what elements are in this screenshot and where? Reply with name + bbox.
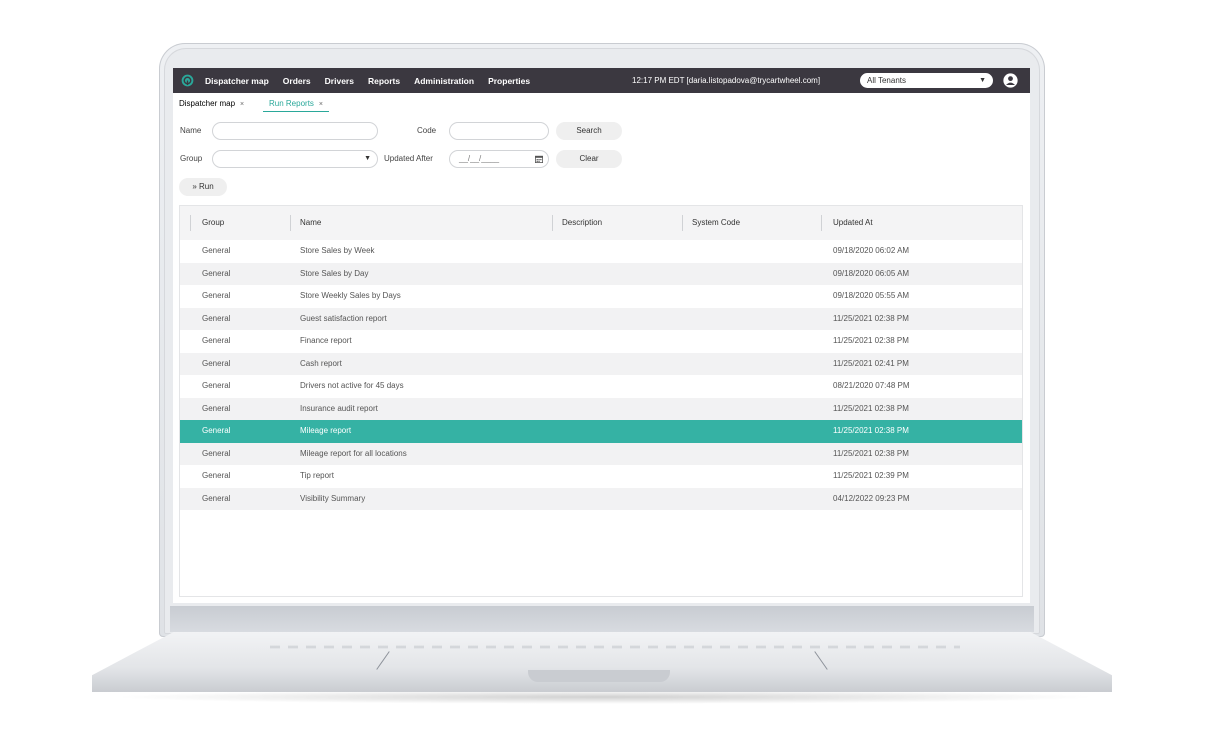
cell-updated-at: 08/21/2020 07:48 PM (833, 381, 910, 390)
cell-name: Guest satisfaction report (300, 313, 387, 323)
cell-group: General (202, 448, 231, 458)
cell-name: Tip report (300, 471, 334, 480)
code-label: Code (417, 126, 437, 135)
table-row[interactable]: General Finance report 11/25/2021 02:38 PM (180, 330, 1022, 353)
top-navigation-bar: Dispatcher map Orders Drivers Reports Ad… (173, 68, 1030, 93)
nav-properties[interactable]: Properties (488, 76, 530, 86)
cell-group: General (202, 313, 231, 323)
cell-group: General (202, 493, 231, 503)
updated-after-date-input[interactable]: __/__/____ (449, 150, 549, 168)
group-select[interactable]: ▼ (212, 150, 378, 168)
table-row[interactable]: General Cash report 11/25/2021 02:41 PM (180, 352, 1022, 375)
laptop-shadow (110, 690, 1100, 704)
name-input[interactable] (212, 122, 378, 140)
cell-name: Store Sales by Day (300, 268, 369, 278)
table-row[interactable]: General Mileage report for all locations 1… (180, 442, 1022, 465)
time-and-user: 12:17 PM EDT [daria.listopadova@trycartw… (632, 76, 821, 85)
table-row[interactable]: General Visibility Summary 04/12/2022 09:2… (180, 487, 1022, 510)
cell-name: Insurance audit report (300, 403, 378, 413)
cell-name: Store Weekly Sales by Days (300, 291, 401, 300)
cell-updated-at: 11/25/2021 02:38 PM (833, 403, 909, 413)
cell-name: Mileage report for all locations (300, 448, 407, 458)
user-account-icon[interactable] (1003, 73, 1018, 88)
search-button[interactable]: Search (556, 122, 622, 140)
cell-group: General (202, 291, 231, 300)
column-divider (190, 215, 191, 231)
app-logo-icon (181, 74, 194, 87)
clear-button[interactable]: Clear (556, 150, 622, 168)
cell-name: Store Sales by Week (300, 246, 375, 255)
column-header-description[interactable]: Description (562, 206, 602, 240)
table-row[interactable]: General Mileage report 11/25/2021 02:38 PM (180, 420, 1022, 443)
chevron-down-icon: ▼ (979, 77, 986, 84)
nav-orders[interactable]: Orders (283, 76, 311, 86)
column-header-system-code[interactable]: System Code (692, 206, 740, 240)
cell-updated-at: 11/25/2021 02:38 PM (833, 313, 909, 323)
table-row[interactable]: General Tip report 11/25/2021 02:39 PM (180, 465, 1022, 488)
group-label: Group (180, 154, 203, 163)
laptop-hinge (170, 606, 1034, 632)
cell-group: General (202, 336, 231, 345)
date-placeholder: __/__/____ (459, 154, 500, 163)
column-divider (682, 215, 683, 231)
column-header-group[interactable]: Group (202, 206, 224, 240)
close-icon[interactable]: × (240, 101, 244, 108)
nav-drivers[interactable]: Drivers (325, 76, 354, 86)
tab-run-reports[interactable]: Run Reports × (263, 97, 330, 112)
table-row[interactable]: General Store Sales by Day 09/18/2020 06:0… (180, 262, 1022, 285)
cell-name: Drivers not active for 45 days (300, 381, 404, 390)
cell-name: Mileage report (300, 426, 352, 435)
column-header-updated-at[interactable]: Updated At (833, 206, 873, 240)
cell-group: General (202, 403, 231, 413)
column-divider (821, 215, 822, 231)
column-header-name[interactable]: Name (300, 206, 321, 240)
cell-updated-at: 11/25/2021 02:41 PM (833, 358, 909, 368)
chevron-down-icon: ▼ (364, 155, 371, 162)
close-icon[interactable]: × (319, 101, 323, 108)
table-row[interactable]: General Guest satisfaction report 11/25/20… (180, 307, 1022, 330)
nav-reports[interactable]: Reports (368, 76, 400, 86)
updated-after-label: Updated After (384, 154, 433, 163)
tenant-select[interactable]: All Tenants ▼ (860, 73, 993, 88)
cell-name: Cash report (300, 358, 342, 368)
laptop-base (92, 632, 1112, 692)
tab-label: Run Reports (269, 99, 314, 108)
table-header: Group Name Description System Code Updat… (180, 206, 1022, 240)
laptop-notch (528, 670, 670, 682)
tab-dispatcher-map[interactable]: Dispatcher map × (179, 97, 244, 111)
table-row[interactable]: General Drivers not active for 45 days 08/… (180, 375, 1022, 398)
table-row[interactable]: General Store Weekly Sales by Days 09/18/2… (180, 285, 1022, 308)
cell-group: General (202, 426, 231, 435)
cell-updated-at: 09/18/2020 06:05 AM (833, 268, 910, 278)
cell-name: Finance report (300, 336, 352, 345)
column-divider (552, 215, 553, 231)
table-row[interactable]: General Insurance audit report 11/25/2021 … (180, 397, 1022, 420)
column-divider (290, 215, 291, 231)
run-button[interactable]: » Run (179, 178, 227, 196)
cell-group: General (202, 381, 231, 390)
cell-updated-at: 04/12/2022 09:23 PM (833, 493, 910, 503)
cell-group: General (202, 246, 231, 255)
cell-updated-at: 11/25/2021 02:38 PM (833, 336, 909, 345)
cell-updated-at: 11/25/2021 02:38 PM (833, 426, 909, 435)
cell-group: General (202, 268, 231, 278)
cell-group: General (202, 358, 231, 368)
nav-dispatcher-map[interactable]: Dispatcher map (205, 76, 269, 86)
code-input[interactable] (449, 122, 549, 140)
table-row[interactable]: General Store Sales by Week 09/18/2020 06:… (180, 240, 1022, 263)
cell-updated-at: 11/25/2021 02:38 PM (833, 448, 909, 458)
cell-group: General (202, 471, 231, 480)
app-screen: Dispatcher map Orders Drivers Reports Ad… (173, 68, 1030, 603)
name-label: Name (180, 126, 202, 135)
nav-administration[interactable]: Administration (414, 76, 474, 86)
reports-table: Group Name Description System Code Updat… (179, 205, 1023, 597)
cell-updated-at: 09/18/2020 05:55 AM (833, 291, 910, 300)
tenant-select-value: All Tenants (867, 76, 906, 85)
tab-label: Dispatcher map (179, 99, 236, 108)
cell-updated-at: 11/25/2021 02:39 PM (833, 471, 909, 480)
cell-name: Visibility Summary (300, 493, 366, 503)
calendar-icon[interactable] (535, 155, 543, 163)
cell-updated-at: 09/18/2020 06:02 AM (833, 246, 910, 255)
